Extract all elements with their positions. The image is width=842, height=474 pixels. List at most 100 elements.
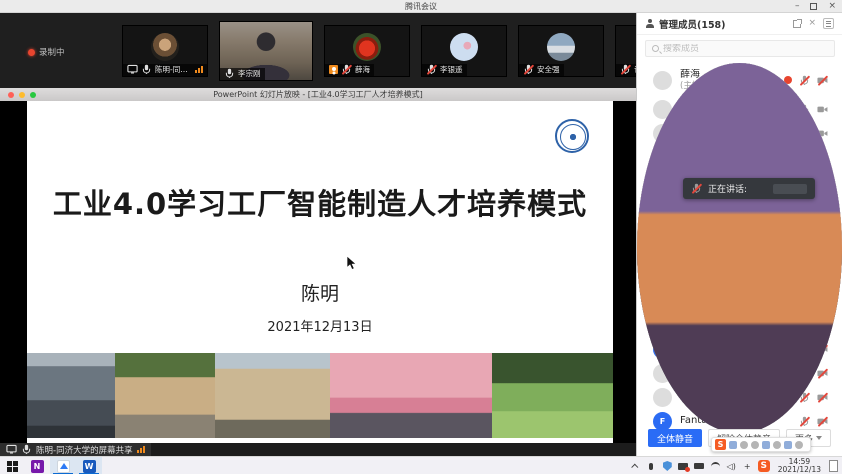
participant-avatar — [353, 33, 381, 61]
thumbnail-name-bar: 李宗刚 — [220, 68, 265, 80]
thumbnail-name-bar: 安全强 — [519, 64, 564, 76]
tencent-meeting-window: 腾讯会议 – × 录制中 陈明-同济大学的... — [0, 0, 842, 474]
tray-wifi-icon[interactable] — [710, 461, 721, 472]
tray-battery-icon[interactable] — [694, 461, 705, 472]
mic-icon — [141, 64, 152, 75]
close-button[interactable]: × — [828, 0, 836, 13]
mic-icon — [620, 64, 631, 75]
recording-dot-icon — [28, 49, 35, 56]
camera-icon[interactable] — [817, 75, 828, 86]
close-panel-icon[interactable]: × — [808, 19, 816, 28]
meeting-bottom-strip: 陈明-同济大学的屏幕共享 — [0, 443, 636, 456]
maximize-button[interactable] — [810, 3, 817, 10]
video-thumbnail[interactable]: 安全强 — [518, 25, 604, 77]
participant-list: 薛海 (主持人, 我) 陈明-同济大学 — [637, 63, 842, 433]
camera-icon[interactable] — [817, 392, 828, 403]
recording-indicator: 录制中 — [28, 46, 65, 58]
show-desktop-button[interactable] — [829, 460, 838, 472]
speaking-tooltip-label: 正在讲话: — [708, 182, 747, 195]
slide-presenter: 陈明 — [27, 279, 613, 306]
taskbar-app-word[interactable]: W — [76, 457, 102, 474]
network-signal-icon — [137, 446, 145, 453]
punctuation-icon[interactable] — [740, 441, 748, 449]
taskbar-clock[interactable]: 14:59 2021/12/13 — [775, 458, 824, 474]
participant-avatar — [653, 388, 672, 407]
camera-icon[interactable] — [817, 104, 828, 115]
window-titlebar: 腾讯会议 – × — [0, 0, 842, 13]
search-icon — [652, 45, 659, 52]
taskbar-app-tencent-meeting[interactable] — [50, 457, 76, 474]
mac-close-button[interactable] — [8, 92, 14, 98]
tray-volume-icon[interactable]: ◁) — [726, 461, 737, 472]
network-signal-icon — [195, 66, 203, 73]
presentation-slide: 工业4.0学习工厂智能制造人才培养模式 陈明 2021年12月13日 — [27, 101, 613, 443]
powerpoint-window-title: PowerPoint 幻灯片放映 - [工业4.0学习工厂人才培养模式] — [213, 89, 423, 100]
chinese-mode-icon[interactable] — [729, 441, 737, 449]
panel-menu-icon[interactable] — [823, 18, 834, 29]
clock-date: 2021/12/13 — [778, 466, 821, 474]
camera-icon[interactable] — [817, 368, 828, 379]
popout-panel-icon[interactable] — [793, 20, 801, 28]
tray-shield-icon[interactable] — [662, 461, 673, 472]
mac-zoom-button[interactable] — [30, 92, 36, 98]
thumbnail-participant-name: 李宗刚 — [238, 68, 261, 79]
mic-icon[interactable] — [799, 75, 810, 86]
video-thumbnail[interactable]: 薛海 — [324, 25, 410, 77]
participant-avatar — [547, 33, 575, 61]
sogou-logo-icon[interactable]: S — [715, 439, 726, 450]
shared-powerpoint-window: PowerPoint 幻灯片放映 - [工业4.0学习工厂人才培养模式] 工业4… — [0, 88, 636, 443]
skin-icon[interactable] — [784, 441, 792, 449]
video-thumbnail[interactable]: 陈明-同济大学的... — [122, 25, 208, 77]
tray-expand-icon[interactable] — [630, 461, 641, 472]
campus-photo-cherry-blossoms — [330, 353, 492, 438]
taskbar-app-onenote[interactable]: N — [24, 457, 50, 474]
participant-avatar — [450, 33, 478, 61]
search-input[interactable] — [663, 44, 828, 54]
start-button[interactable] — [0, 457, 24, 474]
screen-share-icon — [6, 444, 17, 455]
tray-input-icon[interactable]: + — [742, 461, 753, 472]
video-thumbnail[interactable]: 李银遥 — [421, 25, 507, 77]
thumbnail-participant-name: 李银遥 — [440, 64, 463, 75]
tray-camera-icon[interactable] — [678, 461, 689, 472]
campus-photo-strip — [27, 353, 613, 438]
member-management-panel: 管理成员(158) × 薛海 (主持人, 我) — [636, 13, 842, 456]
chevron-down-icon — [816, 436, 822, 440]
tray-mic-icon[interactable] — [646, 461, 657, 472]
window-title: 腾讯会议 — [405, 1, 437, 12]
voice-input-icon[interactable] — [762, 441, 770, 449]
share-bar-label: 陈明-同济大学的屏幕共享 — [36, 444, 133, 456]
keyboard-icon[interactable] — [773, 441, 781, 449]
members-icon — [645, 19, 654, 28]
hand-raise-icon — [329, 65, 338, 74]
mouse-cursor — [347, 256, 358, 270]
panel-header: 管理成员(158) × — [637, 13, 842, 35]
tencent-meeting-icon — [57, 460, 70, 473]
mic-icon — [426, 64, 437, 75]
video-thumbnail[interactable]: 李宗刚 — [219, 21, 313, 81]
emoji-icon[interactable] — [751, 441, 759, 449]
participant-avatar — [151, 33, 179, 61]
slide-title: 工业4.0学习工厂智能制造人才培养模式 — [27, 181, 613, 223]
mic-icon — [21, 444, 32, 455]
member-search-box[interactable] — [645, 40, 835, 57]
sogou-input-toolbar: S — [711, 437, 811, 452]
mute-all-button[interactable]: 全体静音 — [648, 429, 702, 447]
powerpoint-titlebar: PowerPoint 幻灯片放映 - [工业4.0学习工厂人才培养模式] — [0, 88, 636, 101]
avatar-photo — [653, 71, 672, 90]
recording-label: 录制中 — [39, 46, 65, 58]
slide-date: 2021年12月13日 — [27, 316, 613, 335]
minimize-button[interactable]: – — [795, 0, 800, 13]
mac-minimize-button[interactable] — [19, 92, 25, 98]
university-logo-icon — [555, 119, 589, 153]
thumbnail-participant-name: 薛海 — [355, 64, 370, 75]
muted-mic-icon — [691, 183, 702, 194]
system-tray: ◁) + S 14:59 2021/12/13 — [630, 457, 838, 474]
windows-taskbar: N W ◁) + S 14:59 2021/12/13 — [0, 456, 842, 474]
campus-photo-lawn — [492, 353, 613, 438]
toolbox-icon[interactable] — [795, 441, 803, 449]
video-thumbnail-strip: 录制中 陈明-同济大学的... — [0, 13, 636, 88]
tray-sogou-icon[interactable]: S — [758, 460, 770, 472]
screen-share-bar: 陈明-同济大学的屏幕共享 — [0, 443, 151, 456]
speaking-tooltip: 正在讲话: — [683, 178, 815, 199]
